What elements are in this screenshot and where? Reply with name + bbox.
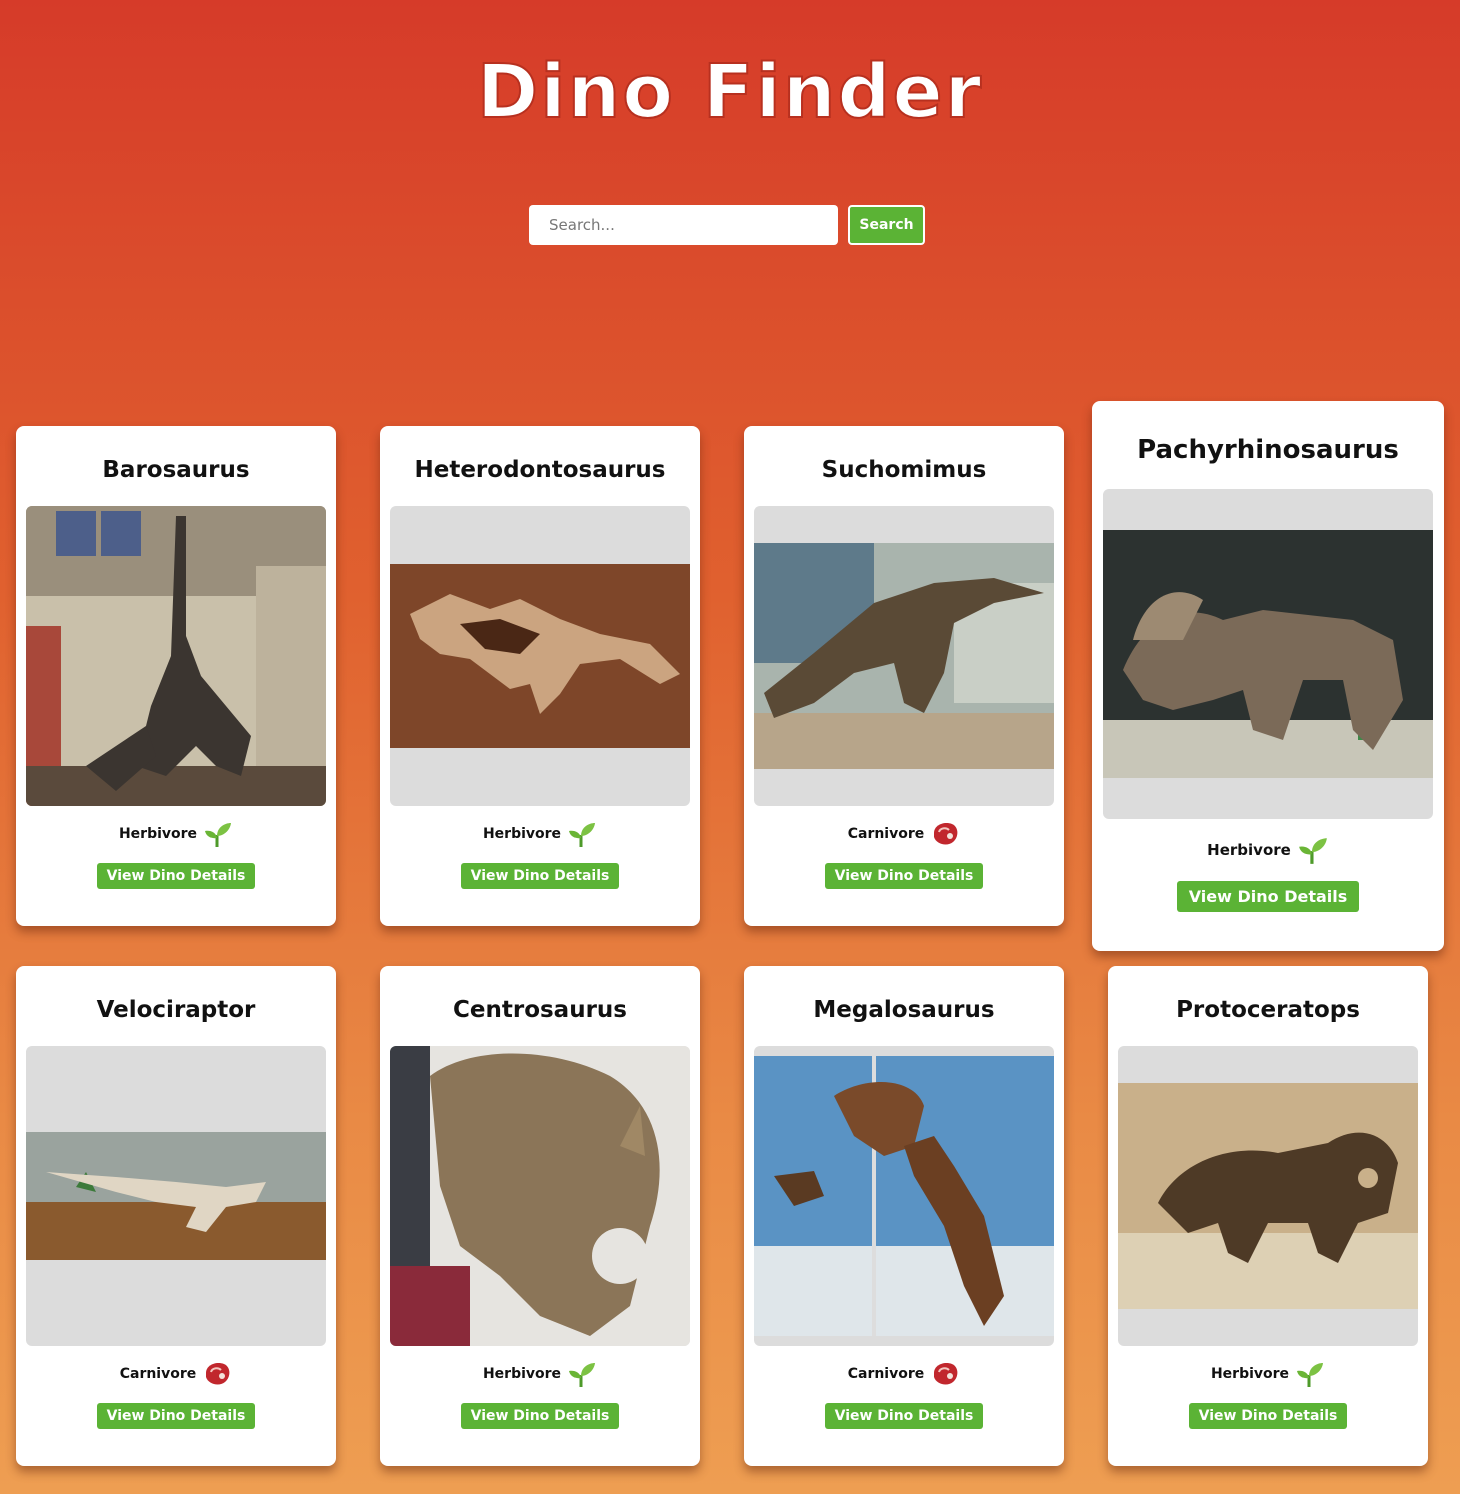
dino-name: Velociraptor	[96, 997, 256, 1023]
diet-text: Herbivore	[482, 1366, 562, 1382]
megalosaurus-photo	[754, 1056, 1054, 1336]
dino-image	[390, 1046, 690, 1346]
dino-card-suchomimus: Suchomimus Carnivore View Dino Details	[744, 426, 1064, 926]
search-button[interactable]: Search	[848, 205, 925, 245]
dino-image	[26, 506, 326, 806]
view-details-button[interactable]: View Dino Details	[1176, 881, 1360, 912]
dino-image	[390, 506, 690, 806]
protoceratops-photo	[1118, 1083, 1418, 1309]
diet-label: Carnivore	[16, 1360, 336, 1388]
diet-text: Herbivore	[1210, 1366, 1290, 1382]
centrosaurus-photo	[390, 1046, 690, 1346]
view-details-button[interactable]: View Dino Details	[824, 1403, 984, 1429]
diet-label: Herbivore	[16, 820, 336, 848]
diet-label: Carnivore	[744, 820, 1064, 848]
dino-card-centrosaurus: Centrosaurus Herbivore View Dino Details	[380, 966, 700, 1466]
dino-card-pachyrhinosaurus: Pachyrhinosaurus Herbivore View Dino Det…	[1092, 401, 1444, 951]
diet-text: Carnivore	[847, 826, 925, 842]
diet-text: Carnivore	[847, 1366, 925, 1382]
diet-text: Herbivore	[1207, 841, 1291, 859]
diet-label: Herbivore	[1108, 1360, 1428, 1388]
view-details-button[interactable]: View Dino Details	[96, 863, 256, 889]
sprout-icon	[569, 1363, 596, 1387]
dino-name: Pachyrhinosaurus	[1137, 435, 1399, 465]
diet-text: Carnivore	[119, 1366, 197, 1382]
view-details-button[interactable]: View Dino Details	[460, 863, 620, 889]
view-details-button[interactable]: View Dino Details	[96, 1403, 256, 1429]
dino-name: Protoceratops	[1176, 997, 1360, 1023]
pachyrhinosaurus-photo	[1103, 530, 1433, 778]
view-details-button[interactable]: View Dino Details	[1188, 1403, 1348, 1429]
sprout-icon	[569, 823, 596, 847]
sprout-icon	[205, 823, 232, 847]
diet-text: Herbivore	[118, 826, 198, 842]
dino-card-heterodontosaurus: Heterodontosaurus Herbivore View Dino De…	[380, 426, 700, 926]
diet-label: Herbivore	[380, 820, 700, 848]
diet-text: Herbivore	[482, 826, 562, 842]
search-bar: Search	[529, 205, 925, 245]
dino-image	[754, 1046, 1054, 1346]
dino-card-barosaurus: Barosaurus Herbivore View Dino Details	[16, 426, 336, 926]
dino-name: Barosaurus	[102, 457, 250, 483]
sprout-icon	[1298, 838, 1327, 864]
dino-image	[1103, 489, 1433, 819]
dino-image	[754, 506, 1054, 806]
view-details-button[interactable]: View Dino Details	[460, 1403, 620, 1429]
velociraptor-photo	[26, 1132, 326, 1260]
meat-icon	[206, 1363, 230, 1385]
meat-icon	[934, 1363, 958, 1385]
dino-name: Megalosaurus	[813, 997, 995, 1023]
dino-image	[1118, 1046, 1418, 1346]
diet-label: Herbivore	[1092, 835, 1444, 865]
dino-card-protoceratops: Protoceratops Herbivore View Dino Detail…	[1108, 966, 1428, 1466]
meat-icon	[934, 823, 958, 845]
dino-card-velociraptor: Velociraptor Carnivore View Dino Details	[16, 966, 336, 1466]
dino-name: Heterodontosaurus	[414, 457, 666, 483]
barosaurus-photo	[26, 506, 326, 806]
page-title: Dino Finder	[476, 48, 984, 136]
diet-label: Herbivore	[380, 1360, 700, 1388]
view-details-button[interactable]: View Dino Details	[824, 863, 984, 889]
heterodontosaurus-photo	[390, 564, 690, 748]
dino-image	[26, 1046, 326, 1346]
diet-label: Carnivore	[744, 1360, 1064, 1388]
dino-name: Centrosaurus	[453, 997, 627, 1023]
sprout-icon	[1297, 1363, 1324, 1387]
dino-name: Suchomimus	[821, 457, 987, 483]
suchomimus-photo	[754, 543, 1054, 769]
search-input[interactable]	[529, 205, 838, 245]
dino-card-megalosaurus: Megalosaurus Carnivore View Dino Details	[744, 966, 1064, 1466]
